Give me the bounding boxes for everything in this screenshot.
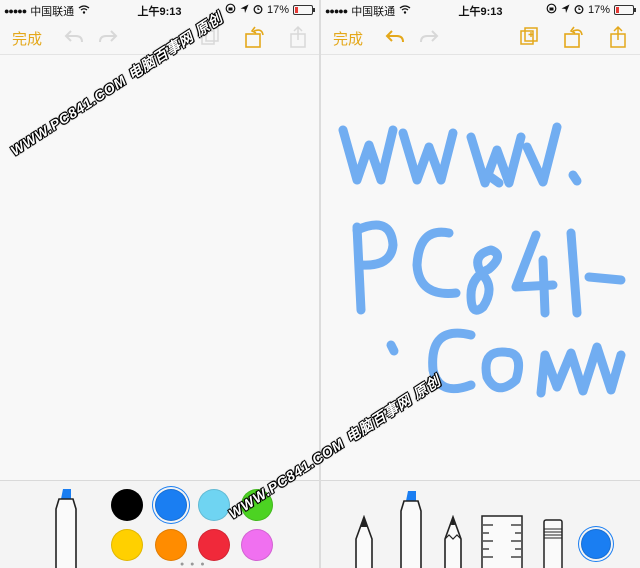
marker-tool-icon[interactable] — [397, 489, 425, 568]
location-icon — [240, 4, 249, 17]
undo-icon[interactable] — [62, 25, 86, 49]
status-bar: ●●●●● 中国联通 上午9:13 17% — [321, 0, 640, 20]
share-icon[interactable] — [286, 25, 310, 49]
done-button[interactable]: 完成 — [12, 28, 42, 49]
marker-tool-icon[interactable] — [52, 487, 80, 568]
notes-toolbar: 完成 — [321, 20, 640, 55]
rotate-icon[interactable] — [242, 25, 266, 49]
rotate-icon[interactable] — [561, 25, 585, 49]
color-swatch-yellow[interactable] — [111, 529, 143, 561]
redo-icon[interactable] — [417, 25, 441, 49]
undo-icon[interactable] — [383, 25, 407, 49]
battery-percent: 17% — [266, 4, 289, 16]
color-swatch-pink[interactable] — [241, 529, 273, 561]
pencil-tool-icon[interactable] — [442, 514, 464, 568]
location-icon — [561, 4, 570, 17]
battery-icon — [614, 5, 636, 15]
rotation-lock-icon — [546, 3, 557, 17]
color-swatch-red[interactable] — [198, 529, 230, 561]
alarm-icon — [574, 4, 584, 17]
done-button[interactable]: 完成 — [333, 28, 363, 49]
battery-level — [616, 7, 619, 13]
battery-icon — [293, 5, 315, 15]
page-indicator: ● ● ● — [180, 561, 207, 568]
color-swatch-orange[interactable] — [155, 529, 187, 561]
right-screen: ●●●●● 中国联通 上午9:13 17% 完成 — [321, 0, 640, 568]
tool-palette — [321, 480, 640, 568]
ruler-tool-icon[interactable] — [481, 515, 523, 568]
rotation-lock-icon — [225, 3, 236, 17]
pen-tool-icon[interactable] — [353, 514, 375, 568]
eraser-tool-icon[interactable] — [542, 519, 564, 568]
battery-level — [295, 7, 298, 13]
alarm-icon — [253, 4, 263, 17]
current-color-swatch[interactable] — [581, 529, 611, 559]
color-swatch-black[interactable] — [111, 489, 143, 521]
share-icon[interactable] — [606, 25, 630, 49]
status-bar: ●●●●● 中国联通 上午9:13 17% — [0, 0, 319, 20]
color-swatch-blue[interactable] — [155, 489, 187, 521]
battery-percent: 17% — [587, 4, 610, 16]
duplicate-icon[interactable] — [517, 25, 541, 49]
redo-icon[interactable] — [96, 25, 120, 49]
